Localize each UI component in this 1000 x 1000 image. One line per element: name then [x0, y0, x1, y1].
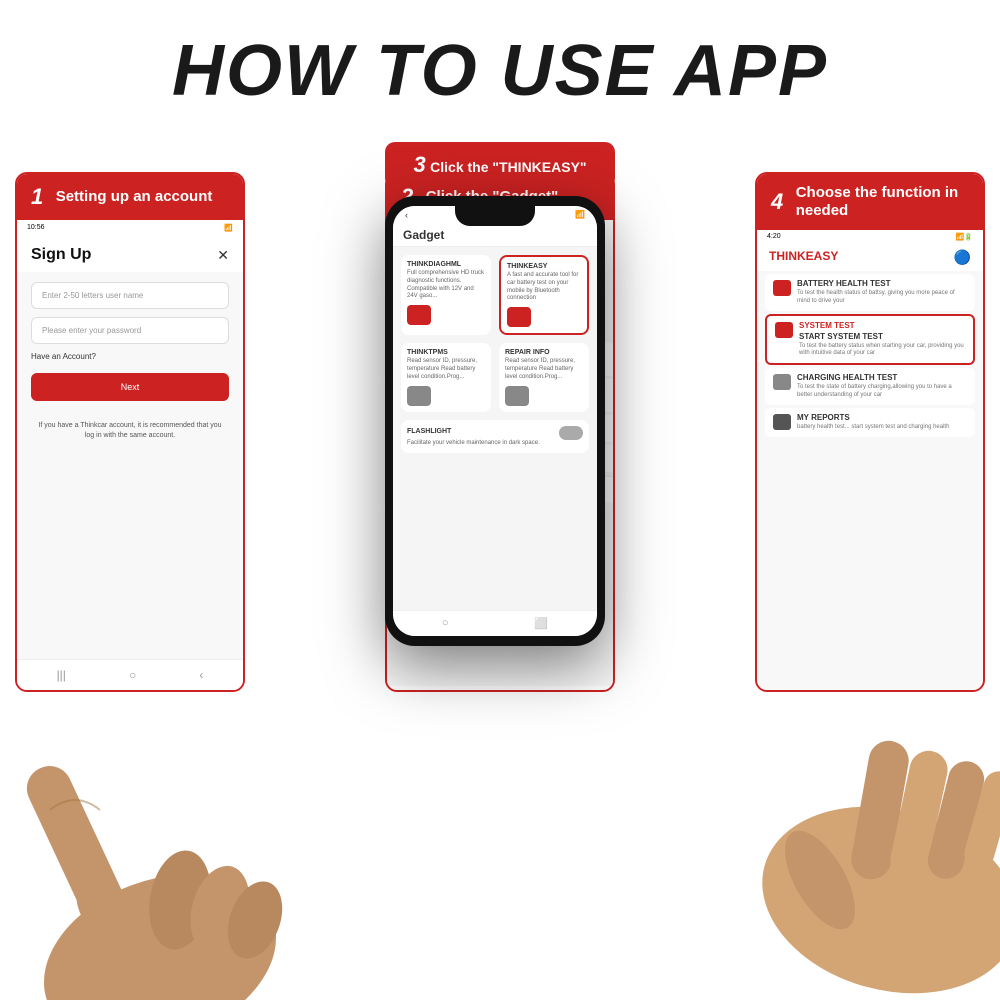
s1-signup-header: Sign Up ✕ [17, 236, 243, 272]
s4-charging-icon [773, 374, 791, 390]
left-hand-svg [0, 680, 480, 1000]
hands-area [0, 660, 1000, 1000]
s4-charging-health-item[interactable]: CHARGING HEALTH TEST To test the state o… [765, 368, 975, 405]
s1-signup-title: Sign Up [31, 246, 91, 264]
gadget-thinkdiaghml-desc: Full comprehensive HD truck diagnostic f… [407, 270, 485, 301]
s4-charging-health-title: CHARGING HEALTH TEST [797, 373, 967, 382]
phone-notch [455, 206, 535, 226]
s4-battery-health-desc: To test the health status of battsy, giv… [797, 290, 967, 306]
gadget-thinkeasy-desc: A fast and accurate tool for car battery… [507, 272, 581, 303]
gadget-item-thinktpms[interactable]: THINKTPMS Read sensor ID, pressure, temp… [401, 343, 491, 411]
step-4-panel: 4 Choose the function in needed 4:20 📶🔋 … [755, 172, 985, 692]
gadget-thinkdiaghml-icon [407, 305, 431, 325]
right-hand-svg [640, 720, 1000, 1000]
s1-footer-text: If you have a Thinkcar account, it is re… [31, 421, 229, 441]
s4-my-reports-title: MY REPORTS [797, 413, 949, 422]
s4-battery-icon [773, 280, 791, 296]
gadget-thinktpms-desc: Read sensor ID, pressure, temperature Re… [407, 358, 485, 381]
s4-bluetooth-icon: 🔵 [954, 249, 971, 266]
gadget-flashlight-title: FLASHLIGHT [407, 428, 451, 435]
s4-start-icon [775, 322, 793, 338]
step-3-number: 3 [413, 152, 425, 177]
s4-charging-health-desc: To test the state of battery charging,al… [797, 384, 967, 400]
gadget-flashlight-desc: Facilitate your vehicle maintenance in d… [407, 440, 583, 448]
step-1-panel: 1 Setting up an account 10:56 📶 Sign Up … [15, 172, 245, 692]
s4-statusbar: 4:20 📶🔋 [757, 230, 983, 244]
s4-start-system-desc: To test the battery status when starting… [799, 343, 965, 359]
phone-shell: ‹ 10:32 📶 Gadget THINKDIAGHML Full compr… [385, 196, 605, 646]
phone-header: Gadget [393, 224, 597, 247]
page-title: HOW TO USE APP [0, 0, 1000, 132]
s1-next-button[interactable]: Next [31, 373, 229, 401]
s4-signals: 📶🔋 [956, 233, 973, 241]
step-4-number: 4 [771, 189, 783, 215]
s4-brand-name: THINKEASY [769, 249, 838, 266]
step-4-screen: 4:20 📶🔋 THINKEASY 🔵 BATTERY HEALTH TEST … [757, 230, 983, 692]
gadget-thinktpms-title: THINKTPMS [407, 349, 485, 356]
flashlight-toggle[interactable] [559, 426, 583, 440]
steps-container: 1 Setting up an account 10:56 📶 Sign Up … [0, 142, 1000, 702]
gadget-repairinfo-icon [505, 386, 529, 406]
phone-page-title: Gadget [403, 228, 444, 242]
gadget-thinktpms-icon [407, 386, 431, 406]
gadget-repairinfo-desc: Read sensor ID, pressure, temperature Re… [505, 358, 583, 381]
s1-statusbar: 10:56 📶 [17, 220, 243, 236]
s4-system-test-label: SYSTEM TEST [799, 321, 855, 330]
step-1-number: 1 [31, 184, 43, 210]
s4-start-system-item[interactable]: SYSTEM TEST START SYSTEM TEST To test th… [765, 314, 975, 366]
s4-my-reports-item[interactable]: MY REPORTS battery health test... start … [765, 408, 975, 437]
phone-back-btn[interactable]: ‹ [405, 210, 408, 220]
phone-signals: 📶 [575, 210, 585, 220]
s4-start-system-title: SYSTEM TEST [799, 321, 965, 330]
step-3-phone: 3 Click the "THINKEASY" ‹ 10:32 📶 Gadget… [385, 142, 615, 646]
s4-battery-health-title: BATTERY HEALTH TEST [797, 279, 967, 288]
gadget-item-flashlight[interactable]: FLASHLIGHT Facilitate your vehicle maint… [401, 420, 589, 454]
gadget-item-thinkdiaghml[interactable]: THINKDIAGHML Full comprehensive HD truck… [401, 255, 491, 335]
s4-reports-icon [773, 414, 791, 430]
step-4-header: 4 Choose the function in needed [757, 174, 983, 230]
phone-screen: ‹ 10:32 📶 Gadget THINKDIAGHML Full compr… [393, 206, 597, 636]
s1-password-input[interactable]: Please enter your password [31, 317, 229, 344]
phone-nav-menu[interactable]: ○ [442, 617, 449, 630]
gadget-thinkeasy-title: THINKEASY [507, 263, 581, 270]
gadget-thinkeasy-icon [507, 307, 531, 327]
gadget-item-thinkeasy[interactable]: THINKEASY A fast and accurate tool for c… [499, 255, 589, 335]
step-3-title: Click the "THINKEASY" [430, 159, 586, 175]
s1-signals: 📶 [224, 224, 233, 232]
s4-time: 4:20 [767, 233, 781, 241]
phone-nav-home[interactable]: ⬜ [534, 617, 548, 630]
step-1-screen: 10:56 📶 Sign Up ✕ Enter 2-50 letters use… [17, 220, 243, 686]
s1-close-icon[interactable]: ✕ [217, 247, 229, 264]
phone-nav: ○ ⬜ [393, 610, 597, 636]
gadget-item-repairinfo[interactable]: REPAIR INFO Read sensor ID, pressure, te… [499, 343, 589, 411]
s4-my-reports-desc: battery health test... start system test… [797, 424, 949, 432]
s1-have-account: Have an Account? [31, 352, 229, 361]
s1-form: Enter 2-50 letters user name Please ente… [17, 272, 243, 451]
gadget-repairinfo-title: REPAIR INFO [505, 349, 583, 356]
s4-start-system-full-title: START SYSTEM TEST [799, 332, 965, 341]
step-1-title: Setting up an account [56, 188, 213, 206]
s4-brand: THINKEASY 🔵 [757, 244, 983, 271]
gadget-thinkdiaghml-title: THINKDIAGHML [407, 261, 485, 268]
s1-username-input[interactable]: Enter 2-50 letters user name [31, 282, 229, 309]
step-4-title: Choose the function in needed [796, 184, 969, 220]
step-3-header: 3 Click the "THINKEASY" [385, 142, 615, 188]
step-1-header: 1 Setting up an account [17, 174, 243, 220]
s4-battery-health-item[interactable]: BATTERY HEALTH TEST To test the health s… [765, 274, 975, 311]
gadget-grid: THINKDIAGHML Full comprehensive HD truck… [393, 247, 597, 420]
s1-time: 10:56 [27, 224, 45, 232]
